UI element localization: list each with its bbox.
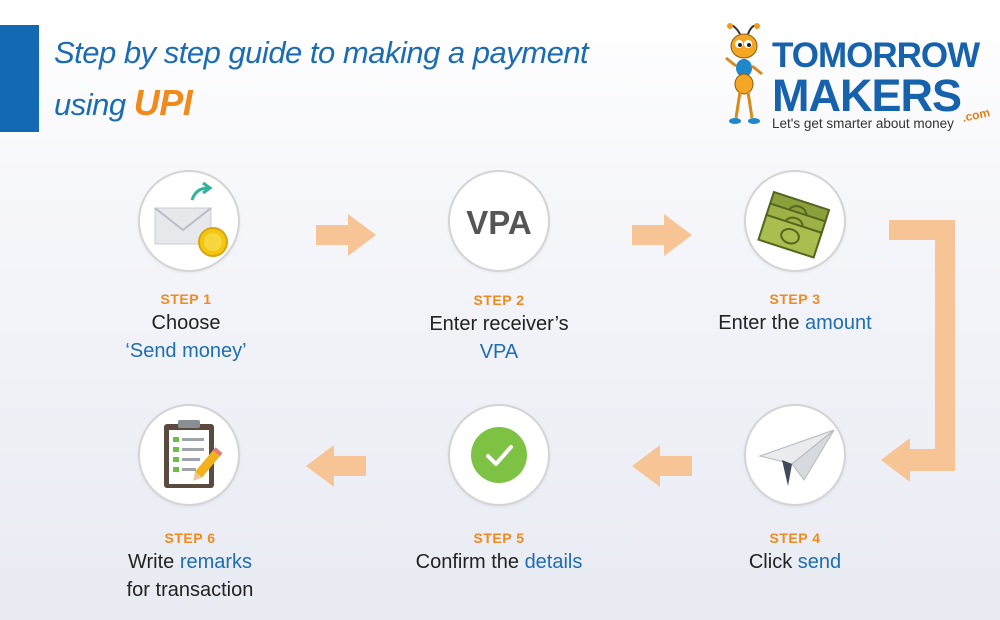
logo-word-makers: MAKERS — [772, 70, 962, 121]
step1-icon-circle — [138, 170, 240, 272]
step6-line2: for transaction — [126, 579, 254, 601]
step4-line1-prefix: Click — [748, 551, 798, 573]
step2-line1: Enter receiver’s — [429, 313, 569, 335]
arrow-left-icon — [632, 445, 692, 487]
step1-label: STEP 1 — [160, 291, 212, 307]
step4-icon-circle — [744, 404, 846, 506]
step2-icon-circle: VPA — [448, 170, 550, 272]
step4-text: Click send — [675, 548, 915, 576]
envelope-coin-icon — [154, 181, 228, 257]
step2-label: STEP 2 — [473, 292, 525, 308]
title-line2-prefix: using — [54, 87, 126, 122]
page-title: Step by step guide to making a payment u… — [54, 28, 589, 130]
step2-highlight: VPA — [479, 341, 519, 363]
ant-mascot-icon — [725, 23, 763, 124]
step1-line1: Choose — [151, 312, 221, 334]
step1-text: Choose ‘Send money’ — [66, 309, 306, 365]
step2-text: Enter receiver’s VPA — [379, 310, 619, 366]
logo-suffix: .com — [960, 105, 992, 125]
checkmark-icon — [471, 427, 527, 483]
step5-icon-circle — [448, 404, 550, 506]
logo-tagline: Let's get smarter about money — [772, 116, 954, 131]
step3-label: STEP 3 — [769, 291, 821, 307]
step6-label: STEP 6 — [164, 530, 216, 546]
step5-label: STEP 5 — [473, 530, 525, 546]
step3-icon-circle — [744, 170, 846, 272]
step6-line1-prefix: Write — [127, 551, 180, 573]
tomorrow-makers-logo: TOMORROW MAKERS .com Let's get smarter a… — [722, 22, 992, 132]
step5-highlight: details — [524, 551, 583, 573]
title-line1: Step by step guide to making a payment — [54, 35, 589, 70]
arrow-left-icon — [306, 445, 366, 487]
connector-down-arrow-icon — [881, 220, 955, 482]
arrow-right-icon — [632, 214, 692, 256]
step4-highlight: send — [797, 551, 842, 573]
step5-line1-prefix: Confirm the — [415, 551, 525, 573]
vpa-icon-text: VPA — [466, 204, 532, 241]
header-accent-bar — [0, 25, 39, 132]
title-highlight-upi: UPI — [133, 82, 193, 123]
step3-line1-prefix: Enter the — [718, 312, 805, 334]
arrow-right-icon — [316, 214, 376, 256]
step6-highlight: remarks — [179, 551, 253, 573]
step6-text: Write remarks for transaction — [70, 548, 310, 604]
step1-highlight: ‘Send money’ — [125, 340, 247, 362]
step3-text: Enter the amount — [675, 309, 915, 337]
step6-icon-circle — [138, 404, 240, 506]
cash-notes-icon — [757, 190, 831, 259]
step3-highlight: amount — [805, 312, 872, 334]
step4-label: STEP 4 — [769, 530, 821, 546]
clipboard-checklist-icon — [164, 420, 223, 488]
paper-plane-icon — [758, 429, 835, 486]
step5-text: Confirm the details — [379, 548, 619, 576]
